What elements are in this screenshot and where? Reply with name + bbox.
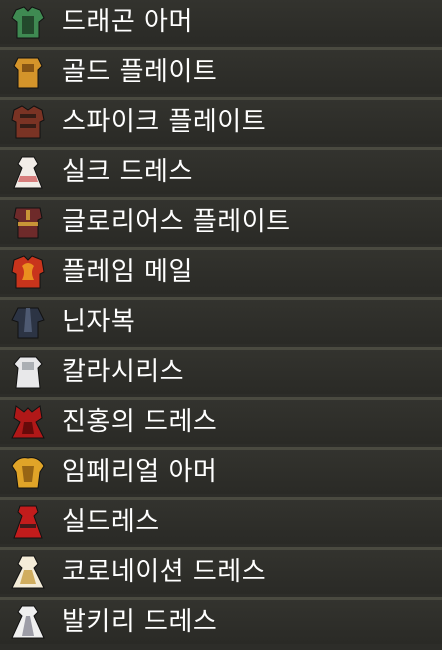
kalasiris-icon bbox=[13, 356, 43, 389]
spike-plate-icon bbox=[11, 105, 45, 139]
item-label: 글로리어스 플레이트 bbox=[62, 207, 291, 237]
list-item-valkyrie-dress[interactable]: 발키리 드레스 bbox=[0, 597, 442, 644]
item-label: 코로네이션 드레스 bbox=[62, 557, 267, 587]
list-item-flame-mail[interactable]: 플레임 메일 bbox=[0, 247, 442, 294]
item-label: 골드 플레이트 bbox=[62, 57, 218, 87]
flame-mail-icon bbox=[11, 255, 45, 289]
coronation-dress-icon bbox=[11, 555, 45, 589]
seal-dress-icon bbox=[13, 505, 43, 539]
list-item-silk-dress[interactable]: 실크 드레스 bbox=[0, 147, 442, 194]
item-label: 진홍의 드레스 bbox=[62, 407, 218, 437]
dragon-armor-icon bbox=[11, 6, 45, 39]
silk-dress-icon bbox=[13, 156, 43, 189]
item-label: 임페리얼 아머 bbox=[62, 457, 218, 487]
crimson-dress-icon bbox=[11, 405, 45, 439]
valkyrie-dress-icon bbox=[11, 605, 45, 639]
item-label: 실드레스 bbox=[62, 507, 160, 537]
item-label: 스파이크 플레이트 bbox=[62, 107, 267, 137]
list-item-spike-plate[interactable]: 스파이크 플레이트 bbox=[0, 97, 442, 144]
list-item-coronation-dress[interactable]: 코로네이션 드레스 bbox=[0, 547, 442, 594]
ninja-suit-icon bbox=[11, 307, 45, 339]
imperial-armor-icon bbox=[11, 457, 45, 489]
item-label: 드래곤 아머 bbox=[62, 7, 193, 37]
list-item-kalasiris[interactable]: 칼라시리스 bbox=[0, 347, 442, 394]
item-label: 칼라시리스 bbox=[62, 357, 185, 387]
list-item-glorious-plate[interactable]: 글로리어스 플레이트 bbox=[0, 197, 442, 244]
item-label: 발키리 드레스 bbox=[62, 607, 218, 637]
list-item-seal-dress[interactable]: 실드레스 bbox=[0, 497, 442, 544]
item-label: 플레임 메일 bbox=[62, 257, 193, 287]
list-item-imperial-armor[interactable]: 임페리얼 아머 bbox=[0, 447, 442, 494]
costume-list: 드래곤 아머 골드 플레이트 스파이크 플레이트 실크 드레스 글로리어스 플레… bbox=[0, 0, 442, 650]
list-item-ninja-suit[interactable]: 닌자복 bbox=[0, 297, 442, 344]
list-item-crimson-dress[interactable]: 진홍의 드레스 bbox=[0, 397, 442, 444]
list-item-gold-plate[interactable]: 골드 플레이트 bbox=[0, 47, 442, 94]
list-item-dragon-armor[interactable]: 드래곤 아머 bbox=[0, 0, 442, 44]
glorious-plate-icon bbox=[13, 207, 43, 239]
item-label: 실크 드레스 bbox=[62, 157, 193, 187]
item-label: 닌자복 bbox=[62, 307, 136, 337]
gold-plate-icon bbox=[13, 57, 43, 89]
